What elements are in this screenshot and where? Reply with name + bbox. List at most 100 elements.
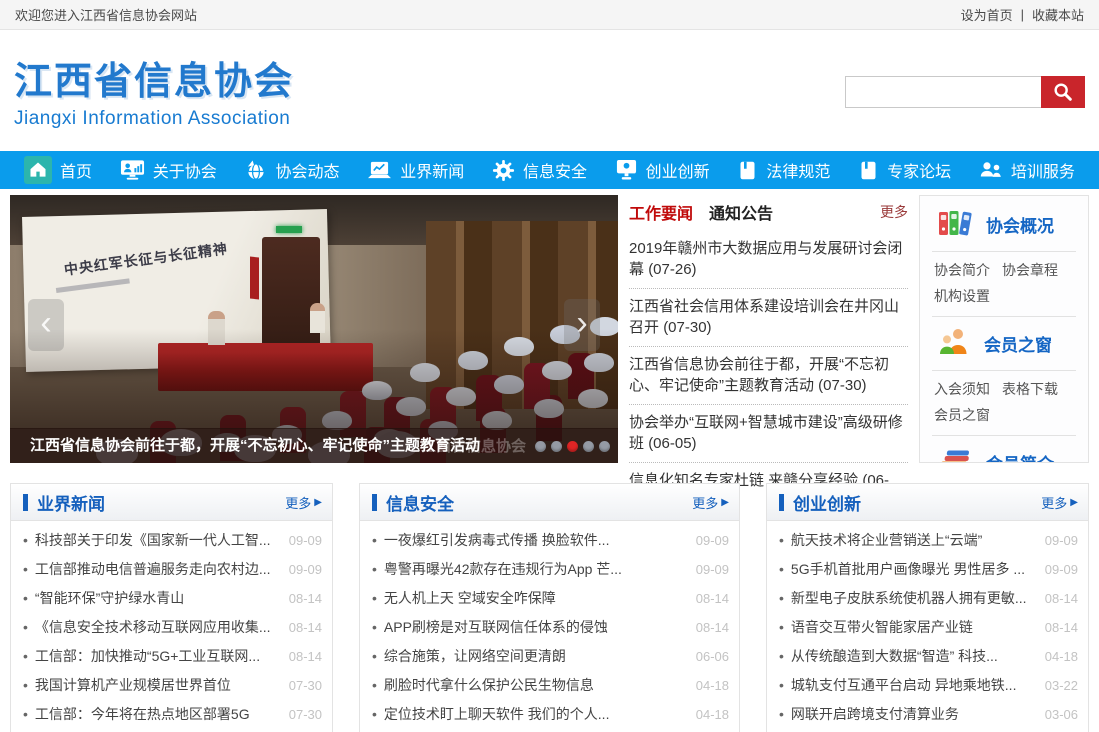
list-item[interactable]: •粤警再曝光42款存在违规行为App 芒...09-09: [372, 555, 729, 584]
bullet-icon: •: [23, 613, 28, 642]
nav-item-industry-news[interactable]: 业界新闻: [367, 158, 464, 182]
nav-item-training[interactable]: 培训服务: [979, 158, 1075, 182]
list-item[interactable]: •APP刷榜是对互联网信任体系的侵蚀08-14: [372, 613, 729, 642]
list-item[interactable]: •城轨支付互通平台启动 异地乘地铁...03-22: [779, 671, 1078, 700]
arrow-right-icon: ▶: [314, 497, 322, 508]
sidebar-link[interactable]: 会员之窗: [934, 402, 990, 428]
bullet-icon: •: [23, 642, 28, 671]
item-date: 08-14: [1045, 613, 1078, 642]
carousel-dot-active[interactable]: [567, 441, 578, 452]
item-date: 07-30: [289, 700, 322, 729]
column-more-link[interactable]: 更多▶: [692, 493, 729, 512]
item-title: 无人机上天 空域安全咋保障: [384, 584, 688, 613]
nav-label: 首页: [60, 158, 92, 182]
site-logo[interactable]: 江西省信息协会 Jiangxi Information Association: [14, 50, 294, 130]
search-button[interactable]: [1041, 76, 1085, 108]
arrow-right-icon: ▶: [1070, 497, 1078, 508]
column-header: 创业创新 更多▶: [767, 484, 1088, 521]
site-title: 江西省信息协会: [14, 50, 294, 105]
list-item[interactable]: •《信息安全技术移动互联网应用收集...08-14: [23, 613, 322, 642]
item-date: 09-09: [1045, 526, 1078, 555]
nav-item-dynamics[interactable]: 协会动态: [244, 158, 339, 182]
nav-item-forum[interactable]: 专家论坛: [858, 158, 951, 182]
sidebar-link[interactable]: 协会简介: [934, 257, 990, 283]
notice-item[interactable]: 协会举办“互联网+智慧城市建设”高级研修班 (06-05): [629, 405, 908, 463]
header: 江西省信息协会 Jiangxi Information Association: [0, 30, 1099, 151]
list-item[interactable]: •语音交互带火智能家居产业链08-14: [779, 613, 1078, 642]
set-home-link[interactable]: 设为首页: [961, 5, 1013, 24]
notices-more-link[interactable]: 更多: [880, 202, 908, 222]
bullet-icon: •: [372, 526, 377, 555]
sidebar-section-title: 会员之窗: [984, 331, 1052, 356]
nav-item-security[interactable]: 信息安全: [492, 158, 587, 182]
item-title: “智能环保”守护绿水青山: [35, 584, 281, 613]
people-icon: [979, 160, 1003, 181]
item-title: 城轨支付互通平台启动 异地乘地铁...: [791, 671, 1037, 700]
tab-announcements[interactable]: 通知公告: [709, 200, 773, 224]
carousel-dot[interactable]: [535, 441, 546, 452]
sidebar-section-members[interactable]: 会员之窗: [932, 316, 1076, 370]
list-item[interactable]: •刷脸时代拿什么保护公民生物信息04-18: [372, 671, 729, 700]
search-input[interactable]: [845, 76, 1041, 108]
sidebar-link[interactable]: 表格下载: [1002, 376, 1058, 402]
notice-date: (07-30): [818, 377, 866, 394]
item-date: 04-18: [696, 671, 729, 700]
item-date: 08-14: [1045, 584, 1078, 613]
sidebar-section-member-profiles[interactable]: 会员简介: [932, 435, 1076, 463]
favorite-link[interactable]: 收藏本站: [1032, 5, 1084, 24]
list-item[interactable]: •工信部推动电信普遍服务走向农村边...09-09: [23, 555, 322, 584]
sidebar-link[interactable]: 协会章程: [1002, 257, 1058, 283]
item-date: 06-06: [696, 642, 729, 671]
sidebar-section-overview[interactable]: 协会概况: [932, 198, 1076, 251]
tab-work-news[interactable]: 工作要闻: [629, 200, 693, 224]
carousel-dot[interactable]: [583, 441, 594, 452]
item-title: 航天技术将企业营销送上“云端”: [791, 526, 1037, 555]
list-item[interactable]: •工信部：加快推动“5G+工业互联网...08-14: [23, 642, 322, 671]
list-item[interactable]: •科技部关于印发《国家新一代人工智...09-09: [23, 526, 322, 555]
list-item[interactable]: •从传统酿造到大数据“智造” 科技...04-18: [779, 642, 1078, 671]
nav-item-home[interactable]: 首页: [24, 156, 92, 184]
carousel-caption[interactable]: 江西省信息协会前往于都，开展“不忘初心、牢记使命”主题教育活动: [10, 428, 618, 463]
list-item[interactable]: •综合施策，让网络空间更清朗06-06: [372, 642, 729, 671]
arrow-right-icon: ▶: [721, 497, 729, 508]
bullet-icon: •: [779, 613, 784, 642]
sidebar-link[interactable]: 机构设置: [934, 283, 990, 309]
nav-item-about[interactable]: 关于协会: [120, 158, 217, 182]
notice-item[interactable]: 2019年赣州市大数据应用与发展研讨会闭幕 (07-26): [629, 231, 908, 289]
column-header: 业界新闻 更多▶: [11, 484, 332, 521]
list-item[interactable]: •我国计算机产业规模居世界首位07-30: [23, 671, 322, 700]
nav-label: 协会动态: [275, 158, 339, 182]
column-industry-news: 业界新闻 更多▶ •科技部关于印发《国家新一代人工智...09-09 •工信部推…: [10, 483, 333, 732]
sidebar-link[interactable]: 入会须知: [934, 376, 990, 402]
carousel-dot[interactable]: [599, 441, 610, 452]
photo-shade: [10, 329, 618, 429]
notice-item[interactable]: 江西省信息协会前往于都，开展“不忘初心、牢记使命”主题教育活动 (07-30): [629, 347, 908, 405]
home-icon: [24, 156, 52, 184]
search-bar: [845, 76, 1085, 108]
list-item[interactable]: •定位技术盯上聊天软件 我们的个人...04-18: [372, 700, 729, 729]
list-item[interactable]: •网联开启跨境支付清算业务03-06: [779, 700, 1078, 729]
list-item[interactable]: •一夜爆红引发病毒式传播 换脸软件...09-09: [372, 526, 729, 555]
list-item[interactable]: •新型电子皮肤系统使机器人拥有更敏...08-14: [779, 584, 1078, 613]
nav-item-innovation[interactable]: 创业创新: [615, 158, 710, 182]
bullet-icon: •: [779, 642, 784, 671]
column-more-link[interactable]: 更多▶: [285, 493, 322, 512]
column-title: 信息安全: [386, 490, 454, 515]
nav-item-law[interactable]: 法律规范: [737, 158, 830, 182]
sidebar-links-members: 入会须知表格下载会员之窗: [932, 370, 1076, 435]
list-item[interactable]: •“智能环保”守护绿水青山08-14: [23, 584, 322, 613]
notice-item[interactable]: 江西省社会信用体系建设培训会在井冈山召开 (07-30): [629, 289, 908, 347]
list-item[interactable]: •工信部：今年将在热点地区部署5G07-30: [23, 700, 322, 729]
carousel-dot[interactable]: [551, 441, 562, 452]
carousel-next-button[interactable]: ›: [564, 299, 600, 351]
list-item[interactable]: •5G手机首批用户画像曝光 男性居多 ...09-09: [779, 555, 1078, 584]
carousel[interactable]: 中央红军长征与长征精神 ‹ › 江西省信息协会前往于都，开展“不忘初心、牢记使命…: [10, 195, 618, 463]
main-content: 中央红军长征与长征精神 ‹ › 江西省信息协会前往于都，开展“不忘初心、牢记使命…: [10, 195, 1089, 463]
list-item[interactable]: •航天技术将企业营销送上“云端”09-09: [779, 526, 1078, 555]
column-more-link[interactable]: 更多▶: [1041, 493, 1078, 512]
list-item[interactable]: •无人机上天 空域安全咋保障08-14: [372, 584, 729, 613]
site-subtitle: Jiangxi Information Association: [14, 108, 294, 130]
carousel-prev-button[interactable]: ‹: [28, 299, 64, 351]
members-icon: [938, 327, 970, 360]
item-date: 08-14: [289, 642, 322, 671]
